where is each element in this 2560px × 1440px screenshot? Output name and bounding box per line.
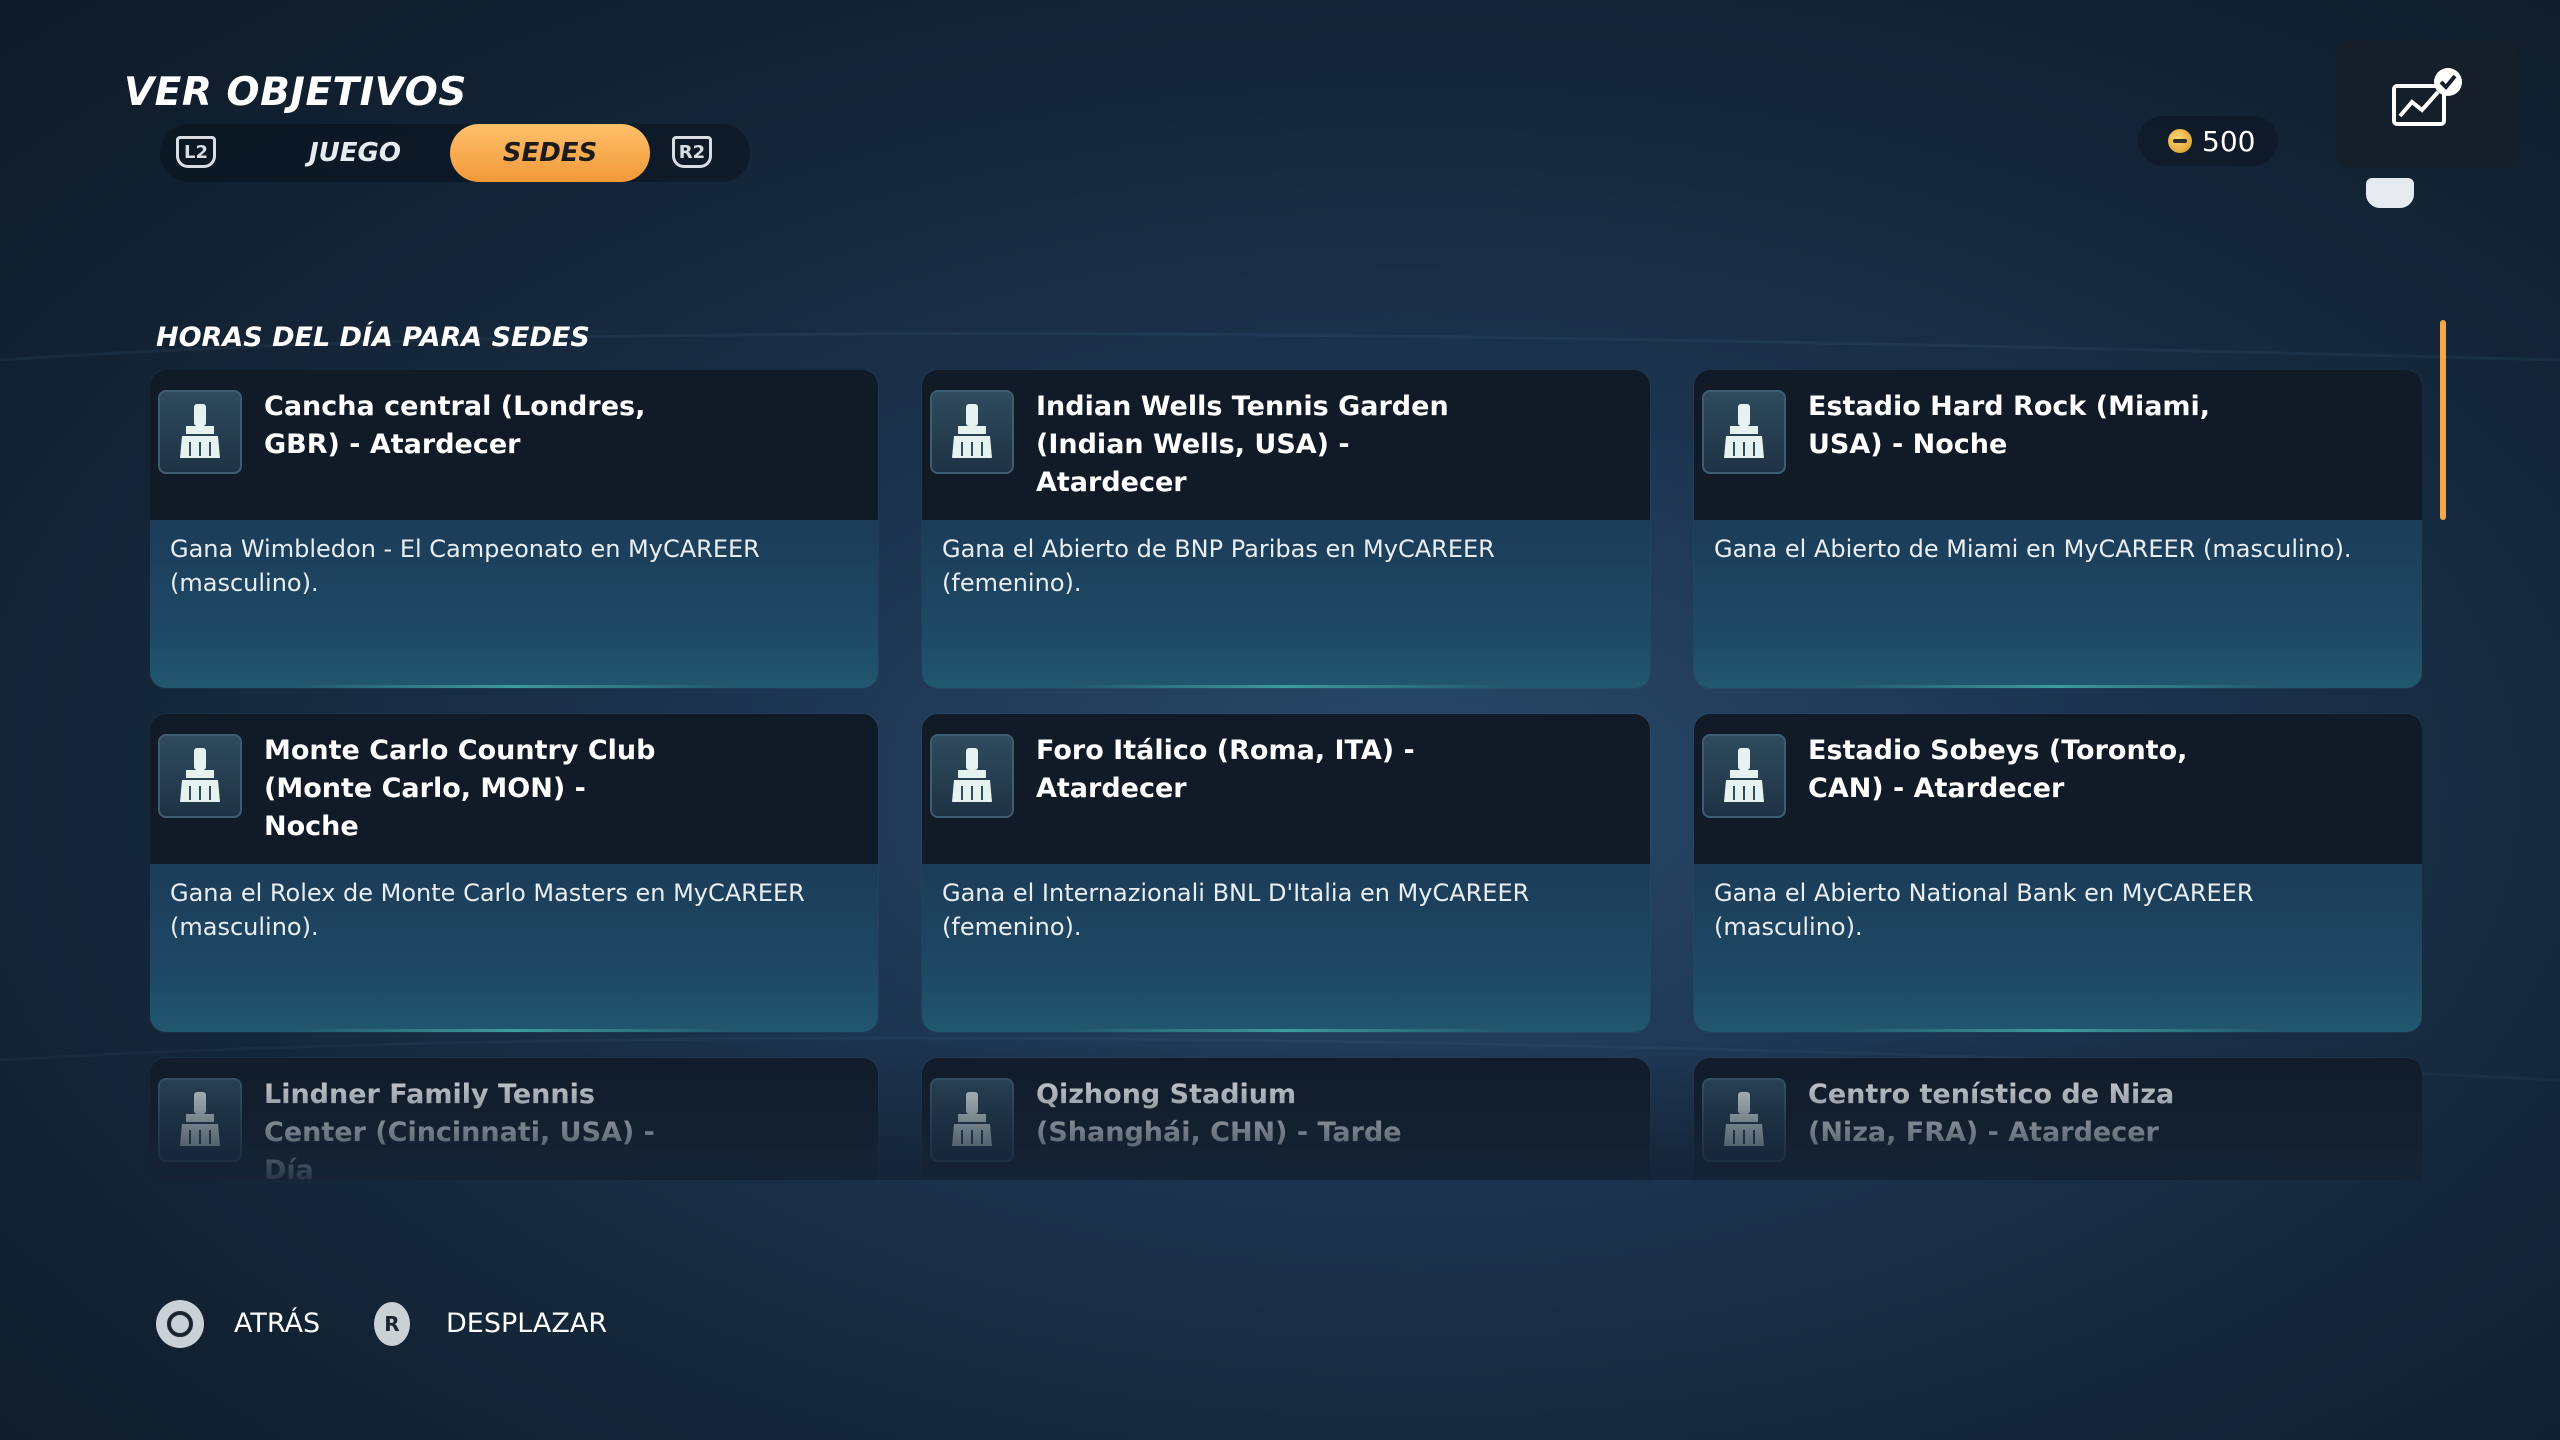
card-description: Gana el Abierto de Miami en MyCAREER (ma…: [1714, 535, 2352, 563]
section-title: HORAS DEL DÍA PARA SEDES: [156, 322, 590, 353]
brush-icon: [158, 390, 242, 474]
objectives-grid: Cancha central (Londres, GBR) - Atardece…: [150, 370, 2422, 1180]
brush-icon: [158, 734, 242, 818]
objective-card[interactable]: Estadio Hard Rock (Miami, USA) - Noche G…: [1694, 370, 2422, 688]
brush-icon: [1702, 1078, 1786, 1162]
brush-icon: [1702, 734, 1786, 818]
brush-icon: [930, 390, 1014, 474]
objective-card[interactable]: Qizhong Stadium (Shanghái, CHN) - Tarde: [922, 1058, 1650, 1180]
card-title: Indian Wells Tennis Garden (Indian Wells…: [1036, 391, 1449, 498]
goals-button[interactable]: [2336, 40, 2518, 168]
objective-card[interactable]: Indian Wells Tennis Garden (Indian Wells…: [922, 370, 1650, 688]
card-description: Gana el Abierto National Bank en MyCAREE…: [1714, 879, 2254, 941]
card-title: Qizhong Stadium (Shanghái, CHN) - Tarde: [1036, 1079, 1402, 1148]
touchpad-button-icon[interactable]: [2366, 178, 2414, 208]
right-stick-icon[interactable]: R: [374, 1302, 410, 1346]
scroll-label[interactable]: DESPLAZAR: [446, 1308, 607, 1339]
objective-card[interactable]: Estadio Sobeys (Toronto, CAN) - Atardece…: [1694, 714, 2422, 1032]
brush-icon: [1702, 390, 1786, 474]
page-title: VER OBJETIVOS: [124, 70, 467, 115]
brush-icon: [930, 734, 1014, 818]
objective-card[interactable]: Foro Itálico (Roma, ITA) - Atardecer Gan…: [922, 714, 1650, 1032]
objective-card[interactable]: Lindner Family Tennis Center (Cincinnati…: [150, 1058, 878, 1180]
coin-balance: 500: [2138, 116, 2278, 166]
scrollbar[interactable]: [2440, 320, 2446, 520]
card-title: Estadio Sobeys (Toronto, CAN) - Atardece…: [1808, 735, 2188, 804]
objective-card[interactable]: Centro tenístico de Niza (Niza, FRA) - A…: [1694, 1058, 2422, 1180]
card-title: Centro tenístico de Niza (Niza, FRA) - A…: [1808, 1079, 2175, 1148]
card-description: Gana Wimbledon - El Campeonato en MyCARE…: [170, 535, 760, 597]
card-title: Monte Carlo Country Club (Monte Carlo, M…: [264, 735, 656, 842]
objective-card[interactable]: Monte Carlo Country Club (Monte Carlo, M…: [150, 714, 878, 1032]
card-title: Estadio Hard Rock (Miami, USA) - Noche: [1808, 391, 2211, 460]
brush-icon: [930, 1078, 1014, 1162]
card-description: Gana el Abierto de BNP Paribas en MyCARE…: [942, 535, 1495, 597]
card-title: Lindner Family Tennis Center (Cincinnati…: [264, 1079, 655, 1180]
card-description: Gana el Rolex de Monte Carlo Masters en …: [170, 879, 805, 941]
brush-icon: [158, 1078, 242, 1162]
objective-card[interactable]: Cancha central (Londres, GBR) - Atardece…: [150, 370, 878, 688]
back-label[interactable]: ATRÁS: [234, 1308, 320, 1339]
goals-chart-check-icon: [2392, 68, 2462, 126]
circle-button-icon[interactable]: [156, 1300, 204, 1348]
coin-balance-value: 500: [2202, 124, 2256, 158]
card-title: Cancha central (Londres, GBR) - Atardece…: [264, 391, 646, 460]
card-description: Gana el Internazionali BNL D'Italia en M…: [942, 879, 1530, 941]
tab-bar: L2 JUEGO SEDES R2: [160, 124, 750, 182]
r2-trigger-icon[interactable]: R2: [672, 136, 712, 168]
coin-icon: [2168, 129, 2192, 153]
tab-sedes[interactable]: SEDES: [450, 124, 650, 182]
l2-trigger-icon[interactable]: L2: [176, 136, 216, 168]
card-title: Foro Itálico (Roma, ITA) - Atardecer: [1036, 735, 1415, 804]
tab-juego[interactable]: JUEGO: [270, 124, 440, 182]
